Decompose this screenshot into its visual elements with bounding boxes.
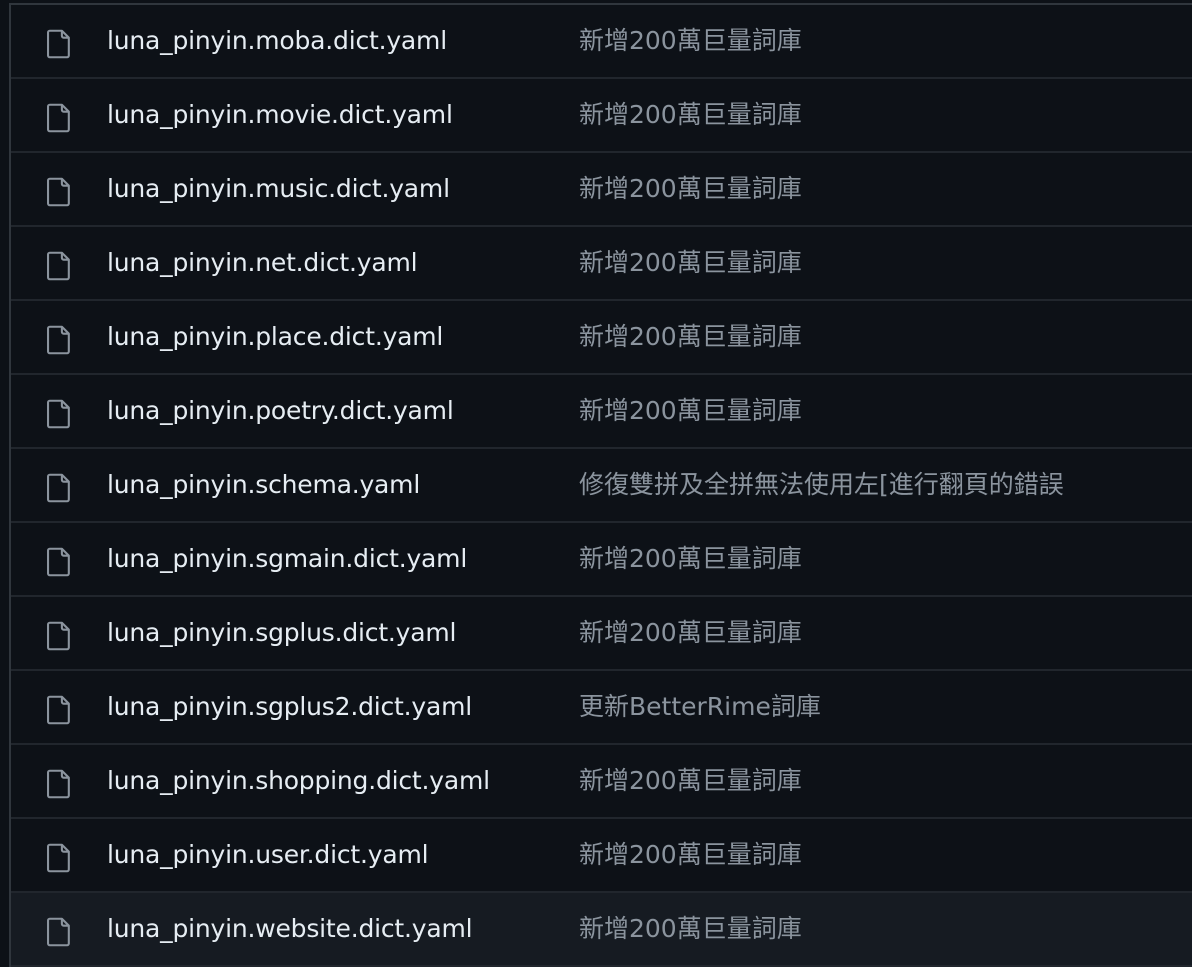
commit-message-link[interactable]: 新增200萬巨量詞庫 — [579, 227, 802, 299]
file-row[interactable]: luna_pinyin.schema.yaml 修復雙拼及全拼無法使用左[進行翻… — [11, 449, 1192, 523]
file-name-link[interactable]: luna_pinyin.website.dict.yaml — [107, 893, 473, 965]
file-row[interactable]: luna_pinyin.moba.dict.yaml 新增200萬巨量詞庫 — [11, 5, 1192, 79]
file-name-link[interactable]: luna_pinyin.user.dict.yaml — [107, 819, 429, 891]
file-icon — [45, 251, 73, 281]
commit-message-link[interactable]: 新增200萬巨量詞庫 — [579, 301, 802, 373]
file-row[interactable]: luna_pinyin.net.dict.yaml 新增200萬巨量詞庫 — [11, 227, 1192, 301]
file-row[interactable]: luna_pinyin.movie.dict.yaml 新增200萬巨量詞庫 — [11, 79, 1192, 153]
file-row[interactable]: luna_pinyin.website.dict.yaml 新增200萬巨量詞庫 — [11, 893, 1192, 967]
file-name-link[interactable]: luna_pinyin.sgplus.dict.yaml — [107, 597, 456, 669]
file-icon — [45, 843, 73, 873]
file-name-link[interactable]: luna_pinyin.moba.dict.yaml — [107, 5, 447, 77]
file-name-link[interactable]: luna_pinyin.schema.yaml — [107, 449, 420, 521]
file-icon — [45, 29, 73, 59]
file-icon — [45, 769, 73, 799]
file-name-link[interactable]: luna_pinyin.shopping.dict.yaml — [107, 745, 490, 817]
file-row[interactable]: luna_pinyin.sgmain.dict.yaml 新增200萬巨量詞庫 — [11, 523, 1192, 597]
file-row[interactable]: luna_pinyin.poetry.dict.yaml 新增200萬巨量詞庫 — [11, 375, 1192, 449]
commit-message-link[interactable]: 更新BetterRime詞庫 — [579, 671, 821, 743]
file-name-link[interactable]: luna_pinyin.music.dict.yaml — [107, 153, 450, 225]
file-row[interactable]: luna_pinyin.sgplus.dict.yaml 新增200萬巨量詞庫 — [11, 597, 1192, 671]
file-icon — [45, 103, 73, 133]
file-name-link[interactable]: luna_pinyin.movie.dict.yaml — [107, 79, 453, 151]
file-name-link[interactable]: luna_pinyin.sgmain.dict.yaml — [107, 523, 467, 595]
file-name-link[interactable]: luna_pinyin.place.dict.yaml — [107, 301, 443, 373]
file-name-link[interactable]: luna_pinyin.sgplus2.dict.yaml — [107, 671, 472, 743]
commit-message-link[interactable]: 新增200萬巨量詞庫 — [579, 153, 802, 225]
file-icon — [45, 473, 73, 503]
commit-message-link[interactable]: 新增200萬巨量詞庫 — [579, 375, 802, 447]
file-icon — [45, 695, 73, 725]
commit-message-link[interactable]: 新增200萬巨量詞庫 — [579, 745, 802, 817]
commit-message-link[interactable]: 新增200萬巨量詞庫 — [579, 5, 802, 77]
commit-message-link[interactable]: 新增200萬巨量詞庫 — [579, 893, 802, 965]
file-icon — [45, 917, 73, 947]
file-icon — [45, 547, 73, 577]
file-name-link[interactable]: luna_pinyin.poetry.dict.yaml — [107, 375, 454, 447]
file-icon — [45, 621, 73, 651]
commit-message-link[interactable]: 新增200萬巨量詞庫 — [579, 79, 802, 151]
file-icon — [45, 177, 73, 207]
file-row[interactable]: luna_pinyin.sgplus2.dict.yaml 更新BetterRi… — [11, 671, 1192, 745]
file-row[interactable]: luna_pinyin.user.dict.yaml 新增200萬巨量詞庫 — [11, 819, 1192, 893]
commit-message-link[interactable]: 新增200萬巨量詞庫 — [579, 523, 802, 595]
file-row[interactable]: luna_pinyin.shopping.dict.yaml 新增200萬巨量詞… — [11, 745, 1192, 819]
file-icon — [45, 399, 73, 429]
file-row[interactable]: luna_pinyin.music.dict.yaml 新增200萬巨量詞庫 — [11, 153, 1192, 227]
commit-message-link[interactable]: 修復雙拼及全拼無法使用左[進行翻頁的錯誤 — [579, 449, 1064, 521]
file-name-link[interactable]: luna_pinyin.net.dict.yaml — [107, 227, 418, 299]
file-list: luna_pinyin.moba.dict.yaml 新增200萬巨量詞庫 lu… — [9, 3, 1192, 967]
commit-message-link[interactable]: 新增200萬巨量詞庫 — [579, 819, 802, 891]
file-row[interactable]: luna_pinyin.place.dict.yaml 新增200萬巨量詞庫 — [11, 301, 1192, 375]
commit-message-link[interactable]: 新增200萬巨量詞庫 — [579, 597, 802, 669]
file-icon — [45, 325, 73, 355]
